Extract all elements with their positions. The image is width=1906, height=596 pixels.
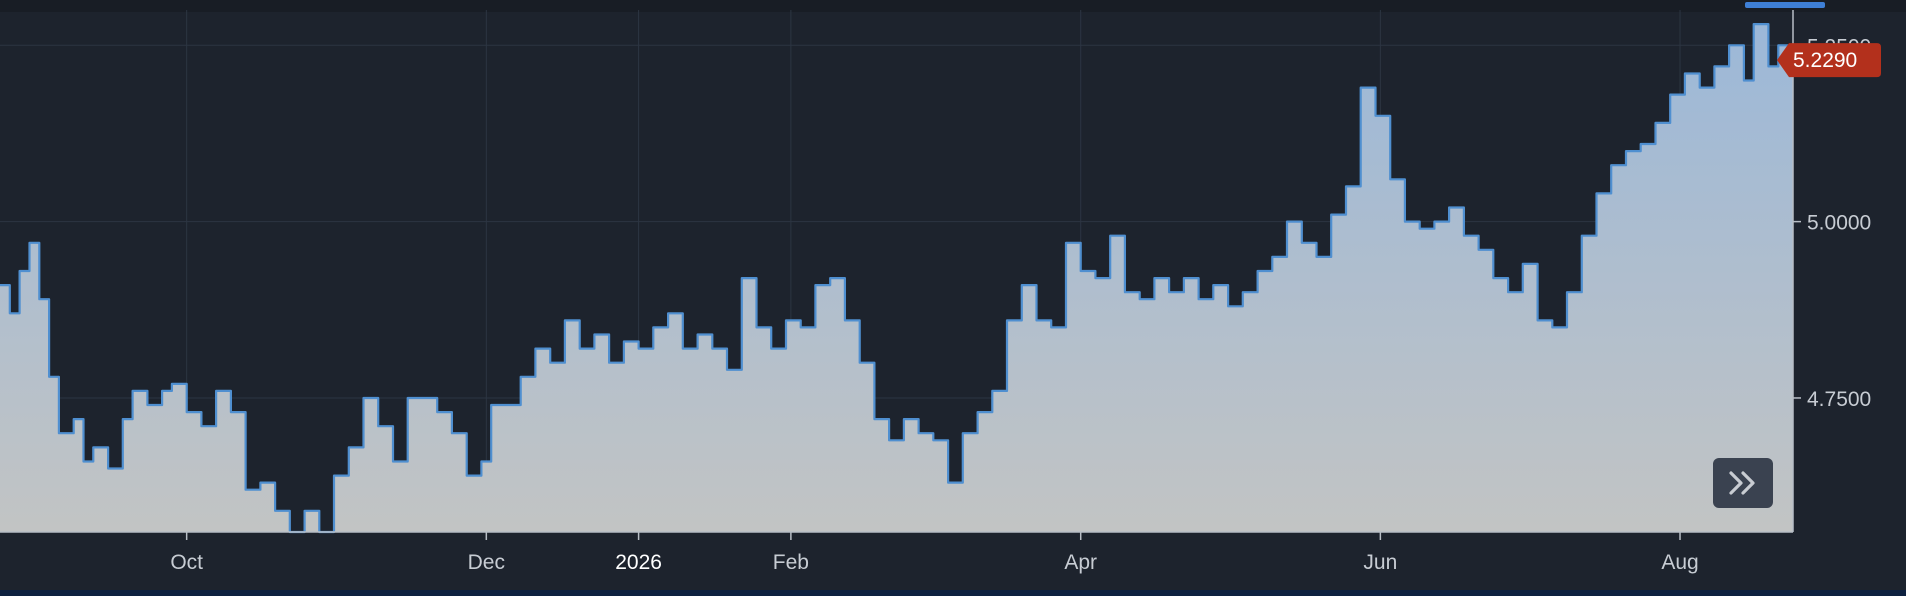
- x-tick-label: Oct: [170, 551, 203, 574]
- last-price-badge: 5.2290: [1777, 43, 1881, 78]
- last-price-label: 5.2290: [1793, 49, 1857, 72]
- x-tick-label: Dec: [468, 551, 505, 574]
- bottom-bar: [0, 590, 1906, 596]
- price-chart: OctDec2026FebAprJunAug 4.75005.00005.250…: [0, 10, 1881, 574]
- scroll-to-latest-button[interactable]: [1713, 458, 1773, 508]
- x-tick-label: Apr: [1064, 551, 1097, 574]
- x-tick-label: Jun: [1363, 551, 1397, 574]
- y-tick-label: 5.0000: [1807, 212, 1871, 235]
- x-tick-label: Feb: [773, 551, 809, 574]
- x-axis-ticks: Oct Dec 2026 Feb Apr Jun Aug: [170, 532, 1699, 574]
- chart-app: OctDec2026FebAprJunAug 4.75005.00005.250…: [0, 0, 1906, 596]
- x-tick-label: Aug: [1661, 551, 1698, 574]
- x-tick-label: 2026: [615, 551, 662, 574]
- y-axis-ticks: 4.75005.00005.2500: [1793, 35, 1871, 411]
- double-chevron-right-icon: [1729, 471, 1755, 495]
- y-tick-label: 4.7500: [1807, 388, 1871, 411]
- price-area: [0, 24, 1793, 532]
